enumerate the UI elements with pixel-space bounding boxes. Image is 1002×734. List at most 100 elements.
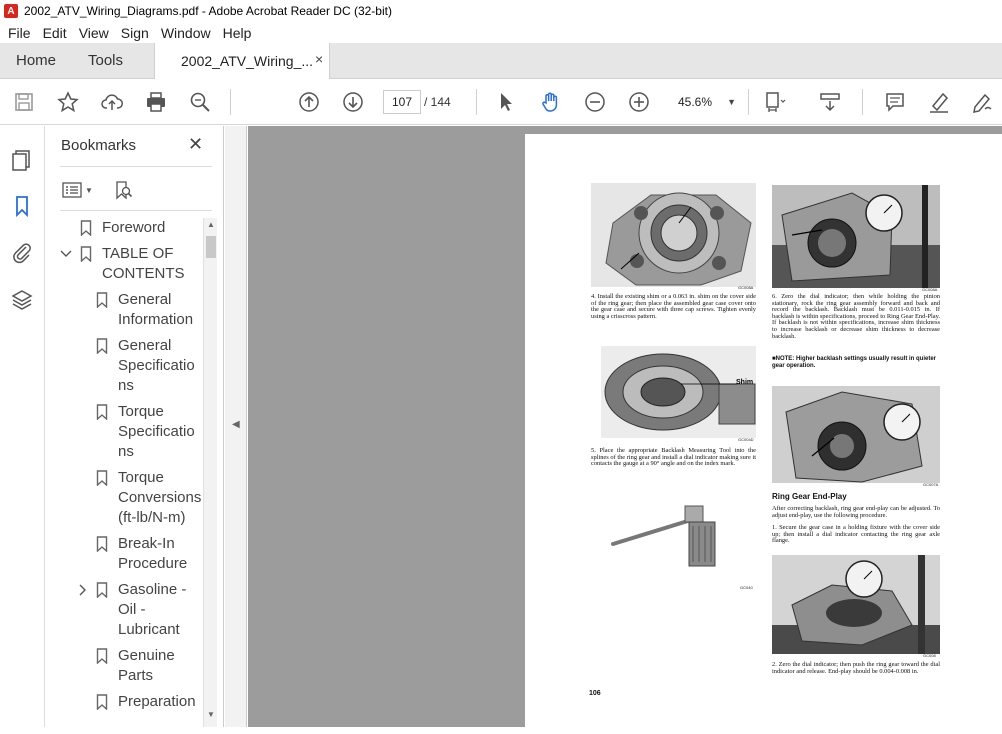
menu-sign[interactable]: Sign	[115, 25, 155, 41]
bookmark-item[interactable]: Foreword	[80, 218, 202, 238]
attachments-icon[interactable]	[10, 240, 34, 264]
photo-caption: GC004D	[738, 437, 754, 442]
save-icon[interactable]	[12, 90, 36, 114]
bookmark-item[interactable]: Torque Conversions (ft-lb/N-m)	[96, 468, 202, 528]
scroll-up-icon[interactable]: ▲	[207, 220, 215, 229]
step-5-text: 5. Place the appropriate Backlash Measur…	[591, 447, 756, 468]
chevron-down-icon[interactable]	[60, 244, 72, 270]
bookmark-list: Foreword TABLE OF CONTENTS General Informa…	[60, 218, 202, 727]
star-icon[interactable]	[56, 90, 80, 114]
shim-label: Shim	[736, 379, 754, 386]
tab-document[interactable]: 2002_ATV_Wiring_... ×	[154, 43, 330, 79]
tab-tools[interactable]: Tools	[88, 52, 123, 69]
document-view[interactable]: GC008A 4. Install the existing shim or a…	[248, 126, 1002, 734]
select-cursor-icon[interactable]	[494, 90, 518, 114]
bookmark-label: TABLE OF CONTENTS	[102, 245, 185, 282]
page-number: 106	[589, 690, 601, 697]
step-4-text: 4. Install the existing shim or a 0.063 …	[591, 293, 756, 320]
zoom-in-icon[interactable]	[627, 90, 651, 114]
menu-edit[interactable]: Edit	[37, 25, 73, 41]
divider	[60, 166, 212, 167]
acrobat-app-icon: A	[4, 4, 18, 18]
close-tab-icon[interactable]: ×	[315, 51, 323, 67]
bookmark-item[interactable]: Preparation	[96, 692, 202, 712]
menu-view[interactable]: View	[73, 25, 115, 41]
bookmark-label: Break-In Procedure	[118, 535, 188, 572]
bookmark-options-icon[interactable]: ▼	[62, 181, 93, 199]
sub-step-1-text: 1. Secure the gear case in a holding fix…	[772, 524, 940, 545]
bookmarks-scrollbar[interactable]: ▲ ▼	[203, 218, 217, 727]
next-page-icon[interactable]	[341, 90, 365, 114]
photo-gear-case-cover	[591, 183, 756, 287]
note-text: ■NOTE: Higher backlash settings usually …	[772, 356, 936, 369]
bookmark-item[interactable]: Genuine Parts	[96, 646, 202, 686]
photo-caption: GC008A	[738, 285, 754, 290]
photo-backlash-tool	[609, 500, 757, 580]
bookmark-icon	[96, 292, 108, 309]
zoom-level-select[interactable]: 45.6% ▼	[672, 90, 742, 114]
toolbar: 107 / 144 45.6% ▼	[0, 80, 1002, 125]
bookmark-item[interactable]: Break-In Procedure	[96, 534, 202, 574]
find-bookmark-icon[interactable]	[113, 180, 133, 200]
scroll-down-icon[interactable]: ▼	[207, 710, 215, 719]
photo-holding-fixture	[772, 555, 940, 654]
sub-step-2-text: 2. Zero the dial indicator; then push th…	[772, 661, 940, 675]
close-icon[interactable]: ✕	[188, 134, 203, 155]
cloud-upload-icon[interactable]	[100, 90, 124, 114]
bookmark-icon	[80, 246, 92, 263]
toolbar-separator	[230, 89, 231, 115]
bookmarks-panel: Bookmarks ✕ ▼ Foreword TABLE OF CONTENTS G…	[46, 126, 224, 727]
menu-window[interactable]: Window	[155, 25, 217, 41]
previous-page-icon[interactable]	[297, 90, 321, 114]
bookmark-icon	[96, 582, 108, 599]
hand-tool-icon[interactable]	[539, 90, 563, 114]
bookmark-item[interactable]: General Information	[96, 290, 202, 330]
photo-dial-indicator	[772, 185, 940, 288]
comment-icon[interactable]	[883, 90, 907, 114]
zoom-out-icon[interactable]	[583, 90, 607, 114]
print-icon[interactable]	[144, 90, 168, 114]
page-number-input[interactable]: 107	[383, 90, 421, 114]
search-zoom-icon[interactable]	[188, 90, 212, 114]
navigation-rail	[0, 126, 45, 727]
page-fit-icon[interactable]	[763, 90, 787, 114]
title-bar: A 2002_ATV_Wiring_Diagrams.pdf - Adobe A…	[0, 0, 1002, 22]
bookmark-label: Torque Specificatio ns	[118, 403, 195, 460]
scrollbar-thumb[interactable]	[206, 236, 216, 258]
bookmark-item[interactable]: TABLE OF CONTENTS	[60, 244, 202, 284]
menu-bar: File Edit View Sign Window Help	[0, 22, 1002, 43]
page-total: / 144	[424, 95, 451, 109]
page-thumbnails-icon[interactable]	[10, 148, 34, 172]
bookmark-icon	[96, 338, 108, 355]
photo-caption: GC008	[923, 653, 936, 658]
bookmark-item[interactable]: Gasoline - Oil - Lubricant	[79, 580, 202, 640]
step-6-text: 6. Zero the dial indicator; then while h…	[772, 293, 940, 340]
bookmark-label: General Information	[118, 291, 194, 328]
pdf-page: GC008A 4. Install the existing shim or a…	[525, 134, 1002, 734]
tab-home[interactable]: Home	[16, 52, 56, 69]
panel-collapse-handle[interactable]: ◀	[225, 126, 247, 727]
bookmark-icon	[96, 470, 108, 487]
bookmark-icon	[80, 220, 92, 237]
bookmark-label: General Specificatio ns	[118, 337, 195, 394]
menu-help[interactable]: Help	[217, 25, 258, 41]
sign-pen-icon[interactable]	[970, 90, 994, 114]
chevron-right-icon[interactable]	[76, 580, 88, 606]
chevron-down-icon: ▼	[85, 185, 93, 195]
scroll-mode-icon[interactable]	[818, 90, 842, 114]
highlight-pen-icon[interactable]	[927, 90, 951, 114]
intro-text: After correcting backlash, ring gear end…	[772, 505, 940, 519]
bookmark-item[interactable]: General Specificatio ns	[96, 336, 202, 396]
tab-bar: Home Tools 2002_ATV_Wiring_... ×	[0, 43, 1002, 79]
zoom-level-value: 45.6%	[678, 95, 713, 109]
bookmark-item[interactable]: Torque Specificatio ns	[96, 402, 202, 462]
menu-file[interactable]: File	[2, 25, 37, 41]
photo-caption: GC007A	[923, 482, 939, 487]
layers-icon[interactable]	[10, 288, 34, 312]
window-title: 2002_ATV_Wiring_Diagrams.pdf - Adobe Acr…	[24, 4, 392, 18]
bookmark-label: Torque Conversions (ft-lb/N-m)	[118, 469, 202, 526]
toolbar-separator	[476, 89, 477, 115]
photo-shim	[601, 346, 756, 438]
photo-caption: GC008A	[922, 287, 938, 292]
bookmark-icon[interactable]	[10, 194, 34, 218]
